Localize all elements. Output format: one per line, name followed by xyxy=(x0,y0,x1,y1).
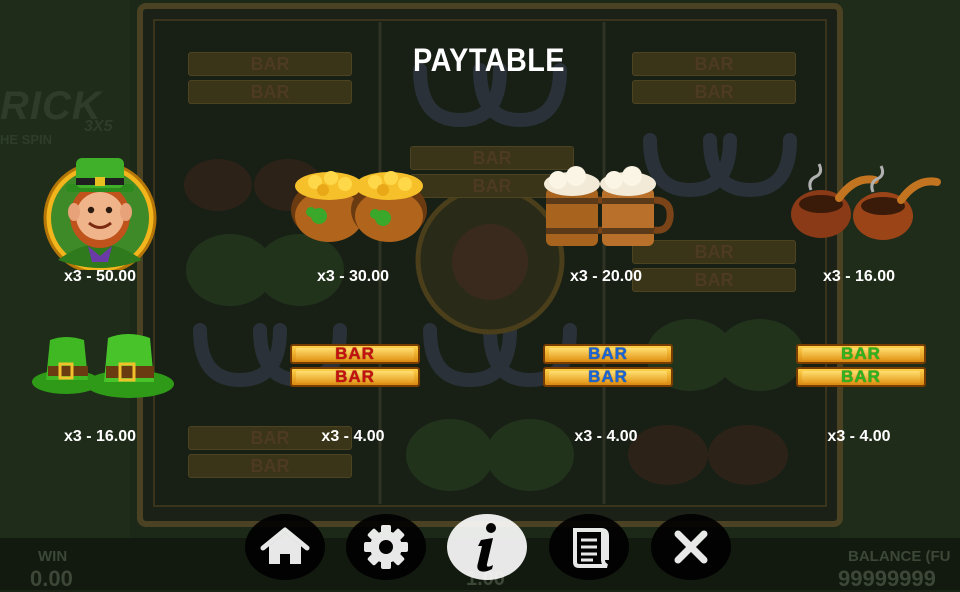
payout-value: x3 - 4.00 xyxy=(321,428,385,445)
blue-bar-icon: BAR BAR xyxy=(506,310,706,430)
bar-label: BAR xyxy=(588,344,628,363)
bar-label: BAR xyxy=(335,344,375,363)
close-icon xyxy=(674,530,708,564)
payout-value: x3 - 30.00 xyxy=(316,268,390,285)
bar-label: BAR xyxy=(335,367,375,386)
game-background: BAR BAR BAR BAR BAR BAR BAR BAR BAR BAR … xyxy=(0,0,960,591)
settings-button[interactable] xyxy=(346,514,426,580)
payout-value: x3 - 16.00 xyxy=(822,268,896,285)
leprechaun-icon xyxy=(43,158,157,270)
bg-bar-symbol: BAR xyxy=(188,80,352,104)
info-button[interactable] xyxy=(447,514,527,580)
payout-value: x3 - 20.00 xyxy=(569,268,643,285)
payout-value: x3 - 16.00 xyxy=(63,428,137,445)
reels-frame xyxy=(0,0,960,590)
payout-value: x3 - 4.00 xyxy=(574,428,638,445)
home-button[interactable] xyxy=(245,514,325,580)
home-icon xyxy=(260,527,310,564)
bar-label: BAR xyxy=(588,367,628,386)
bar-label: BAR xyxy=(841,344,881,363)
pipe-icon xyxy=(791,163,941,240)
bar-symbol: BAR xyxy=(796,344,926,364)
pot-of-gold-icon xyxy=(291,171,427,242)
bar-label: BAR xyxy=(841,367,881,386)
close-button[interactable] xyxy=(651,514,731,580)
scroll-icon xyxy=(573,528,609,568)
info-icon xyxy=(477,523,496,572)
bar-symbol: BAR xyxy=(290,367,420,387)
bg-bar-symbol: BAR xyxy=(632,80,796,104)
rules-button[interactable] xyxy=(549,514,629,580)
game-logo-badge: 3X5 xyxy=(84,118,113,135)
bar-symbol: BAR xyxy=(796,367,926,387)
payout-value: x3 - 50.00 xyxy=(63,268,137,285)
game-logo-subtitle: HE SPIN xyxy=(0,132,53,147)
gear-icon xyxy=(364,525,408,569)
bar-symbol: BAR xyxy=(543,367,673,387)
paytable-title: PAYTABLE xyxy=(413,42,565,78)
green-bar-icon: BAR BAR xyxy=(759,310,959,430)
bar-symbol: BAR xyxy=(543,344,673,364)
balance-value: 99999999 xyxy=(838,566,936,591)
red-bar-icon: BAR BAR xyxy=(253,310,453,430)
bar-symbol: BAR xyxy=(290,344,420,364)
win-value: 0.00 xyxy=(30,566,73,591)
win-label: WIN xyxy=(38,548,68,565)
beer-mug-icon xyxy=(544,166,674,246)
payout-value: x3 - 4.00 xyxy=(827,428,891,445)
bg-bar-symbol: BAR xyxy=(188,454,352,478)
leprechaun-hat-icon xyxy=(32,334,174,398)
balance-label: BALANCE (FU xyxy=(848,548,951,565)
